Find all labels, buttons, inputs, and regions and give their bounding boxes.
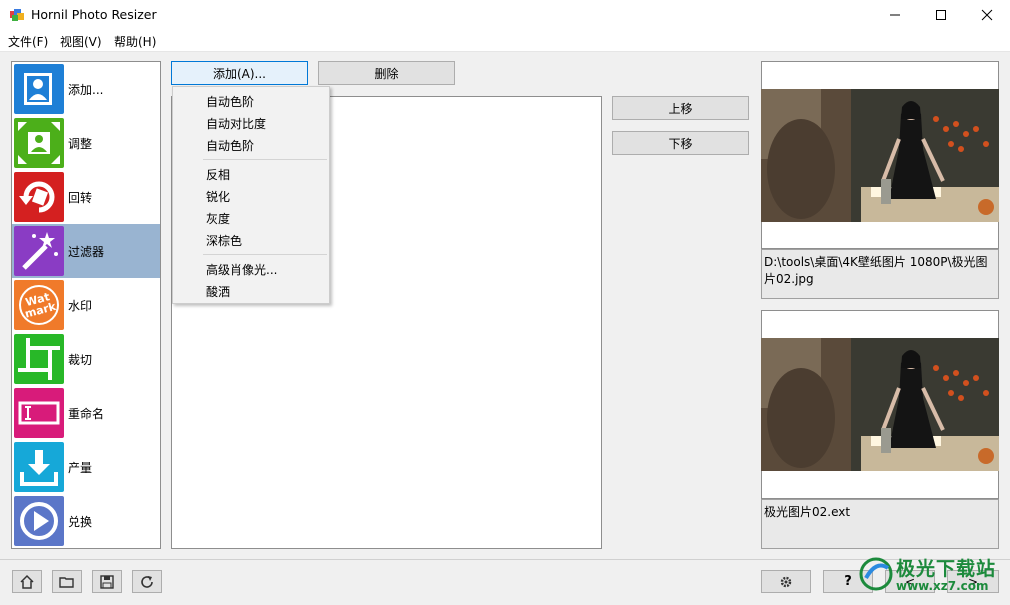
sidebar-item-label: 回转 bbox=[68, 191, 93, 205]
sidebar-item-output[interactable]: 产量 bbox=[12, 440, 160, 494]
home-icon bbox=[20, 574, 34, 589]
crop-icon bbox=[14, 334, 64, 384]
watermark-url: www.xz7.com bbox=[896, 579, 989, 593]
sidebar-item-label: 兑换 bbox=[68, 515, 93, 529]
settings-button[interactable] bbox=[761, 570, 811, 593]
sidebar-item-filter[interactable]: 过滤器 bbox=[12, 224, 160, 278]
menu-item-auto-levels[interactable]: 自动色阶 bbox=[206, 93, 254, 110]
filter-dropdown-menu: 自动色阶 自动对比度 自动色阶 反相 锐化 灰度 深棕色 高级肖像光... 酸洒 bbox=[172, 86, 330, 304]
home-button[interactable] bbox=[12, 570, 42, 593]
rename-icon bbox=[14, 388, 64, 438]
output-download-icon bbox=[14, 442, 64, 492]
open-folder-button[interactable] bbox=[52, 570, 82, 593]
sidebar-item-label: 调整 bbox=[68, 137, 93, 151]
sidebar-item-rename[interactable]: 重命名 bbox=[12, 386, 160, 440]
menu-item-grayscale[interactable]: 灰度 bbox=[206, 210, 230, 227]
close-icon bbox=[981, 9, 993, 21]
move-down-button[interactable]: 下移 bbox=[612, 131, 749, 155]
menu-item-sepia[interactable]: 深棕色 bbox=[206, 232, 242, 249]
minimize-button[interactable] bbox=[872, 0, 918, 30]
add-button[interactable]: 添加(A)... bbox=[171, 61, 308, 85]
menu-separator bbox=[203, 254, 327, 255]
sidebar-item-label: 产量 bbox=[68, 461, 93, 475]
menu-item-portrait-light[interactable]: 高级肖像光... bbox=[206, 261, 277, 278]
sidebar-item-convert[interactable]: 兑换 bbox=[12, 494, 160, 548]
sidebar-item-label: 添加... bbox=[68, 83, 104, 97]
menu-item-auto-contrast[interactable]: 自动对比度 bbox=[206, 115, 266, 132]
photo-thumbnail bbox=[761, 338, 999, 471]
app-logo-icon bbox=[10, 9, 24, 21]
sidebar-item-rotate[interactable]: 回转 bbox=[12, 170, 160, 224]
menu-item-acid[interactable]: 酸洒 bbox=[206, 283, 230, 300]
source-path-caption: D:\tools\桌面\4K壁纸图片 1080P\极光图片02.jpg bbox=[761, 249, 999, 299]
task-sidebar: 添加... 调整 回转 过滤器 Wat mark 水印 裁切 重命名 产量 兑换 bbox=[11, 61, 161, 549]
sidebar-item-label: 重命名 bbox=[68, 407, 105, 421]
refresh-icon bbox=[141, 575, 153, 588]
output-preview-image bbox=[761, 338, 999, 471]
photo-thumbnail bbox=[761, 89, 999, 222]
title-bar: Hornil Photo Resizer bbox=[0, 0, 1010, 30]
source-preview-image bbox=[761, 89, 999, 222]
sidebar-item-crop[interactable]: 裁切 bbox=[12, 332, 160, 386]
filter-wand-icon bbox=[14, 226, 64, 276]
maximize-button[interactable] bbox=[918, 0, 964, 30]
resize-icon bbox=[14, 118, 64, 168]
delete-button[interactable]: 删除 bbox=[318, 61, 455, 85]
window-title: Hornil Photo Resizer bbox=[31, 7, 157, 22]
move-up-button[interactable]: 上移 bbox=[612, 96, 749, 120]
folder-icon bbox=[59, 576, 74, 588]
sidebar-item-add[interactable]: 添加... bbox=[12, 62, 160, 116]
add-photo-icon bbox=[14, 64, 64, 114]
menu-help[interactable]: 帮助(H) bbox=[114, 33, 156, 50]
watermark-name: 极光下载站 bbox=[896, 558, 997, 580]
watermark-logo-icon bbox=[859, 557, 893, 591]
maximize-icon bbox=[936, 10, 946, 20]
sidebar-item-label: 过滤器 bbox=[68, 245, 105, 259]
minimize-icon bbox=[890, 14, 900, 16]
menu-bar: 文件(F) 视图(V) 帮助(H) bbox=[0, 30, 1010, 52]
sidebar-item-label: 裁切 bbox=[68, 353, 93, 367]
menu-file[interactable]: 文件(F) bbox=[8, 33, 48, 50]
output-filename-caption: 极光图片02.ext bbox=[761, 499, 999, 549]
close-button[interactable] bbox=[964, 0, 1010, 30]
sidebar-item-watermark[interactable]: Wat mark 水印 bbox=[12, 278, 160, 332]
watermark-icon: Wat mark bbox=[14, 280, 64, 330]
menu-item-sharpen[interactable]: 锐化 bbox=[206, 188, 230, 205]
sidebar-item-resize[interactable]: 调整 bbox=[12, 116, 160, 170]
save-button[interactable] bbox=[92, 570, 122, 593]
menu-item-auto-color[interactable]: 自动色阶 bbox=[206, 137, 254, 154]
rotate-icon bbox=[14, 172, 64, 222]
menu-separator bbox=[203, 159, 327, 160]
sidebar-item-label: 水印 bbox=[68, 299, 93, 313]
save-disk-icon bbox=[100, 574, 114, 589]
menu-item-invert[interactable]: 反相 bbox=[206, 166, 230, 183]
menu-view[interactable]: 视图(V) bbox=[60, 33, 102, 50]
site-watermark: 极光下载站 www.xz7.com bbox=[856, 552, 1006, 602]
gear-icon bbox=[780, 576, 792, 587]
refresh-button[interactable] bbox=[132, 570, 162, 593]
convert-play-icon bbox=[14, 496, 64, 546]
